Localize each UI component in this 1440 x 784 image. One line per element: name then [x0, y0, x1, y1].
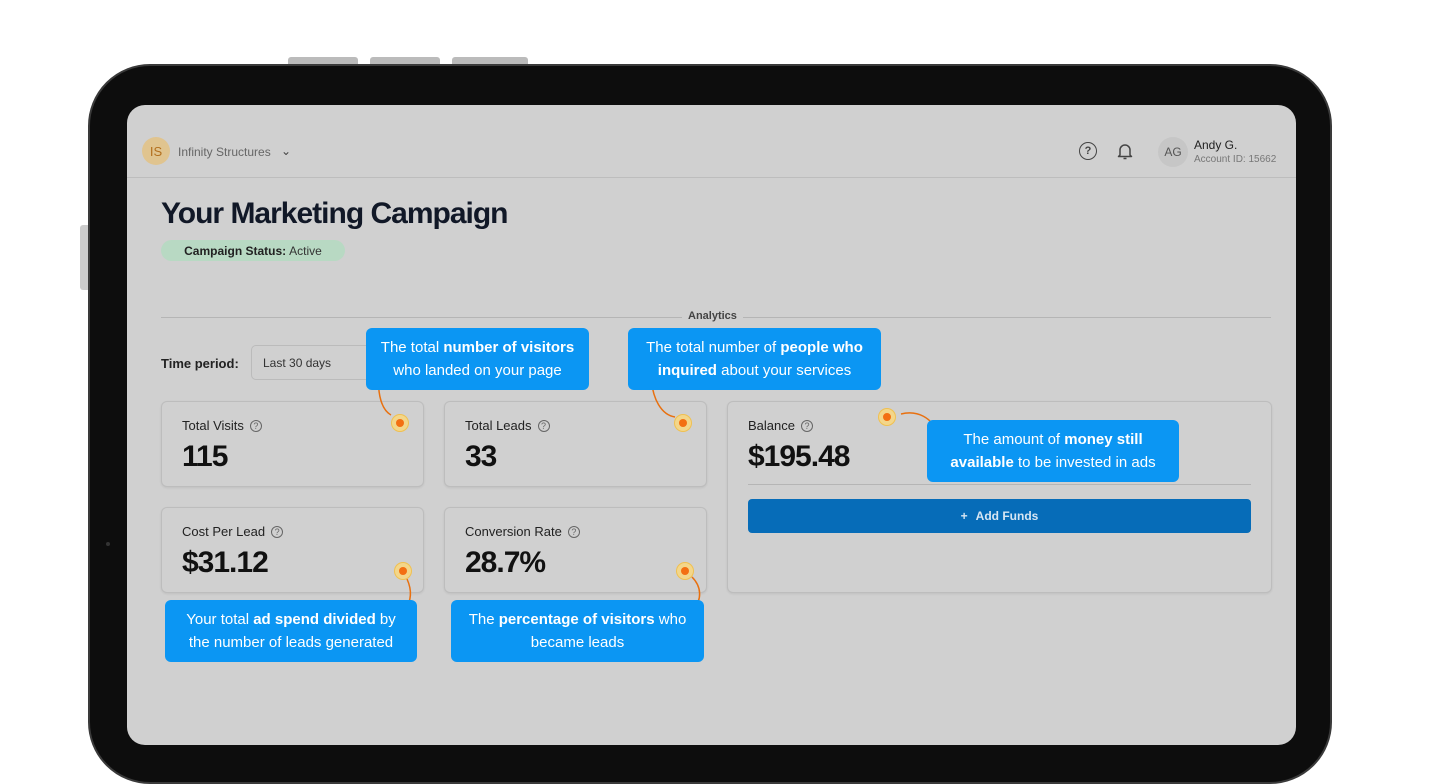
hotspot-icon[interactable]	[675, 415, 691, 431]
camera	[106, 542, 110, 546]
device-side-button	[80, 225, 88, 290]
tooltip-cost-per-lead: Your total ad spend divided by the numbe…	[165, 600, 417, 662]
hotspot-icon[interactable]	[395, 563, 411, 579]
tooltip-balance: The amount of money still available to b…	[927, 420, 1179, 482]
hotspot-icon[interactable]	[879, 409, 895, 425]
hotspot-icon[interactable]	[677, 563, 693, 579]
hotspot-icon[interactable]	[392, 415, 408, 431]
tooltip-visits: The total number of visitors who landed …	[366, 328, 589, 390]
screen: IS Infinity Structures ⌄ ? AG Andy G. Ac…	[127, 105, 1296, 745]
tooltip-conversion: The percentage of visitors who became le…	[451, 600, 704, 662]
tooltip-leads: The total number of people who inquired …	[628, 328, 881, 390]
